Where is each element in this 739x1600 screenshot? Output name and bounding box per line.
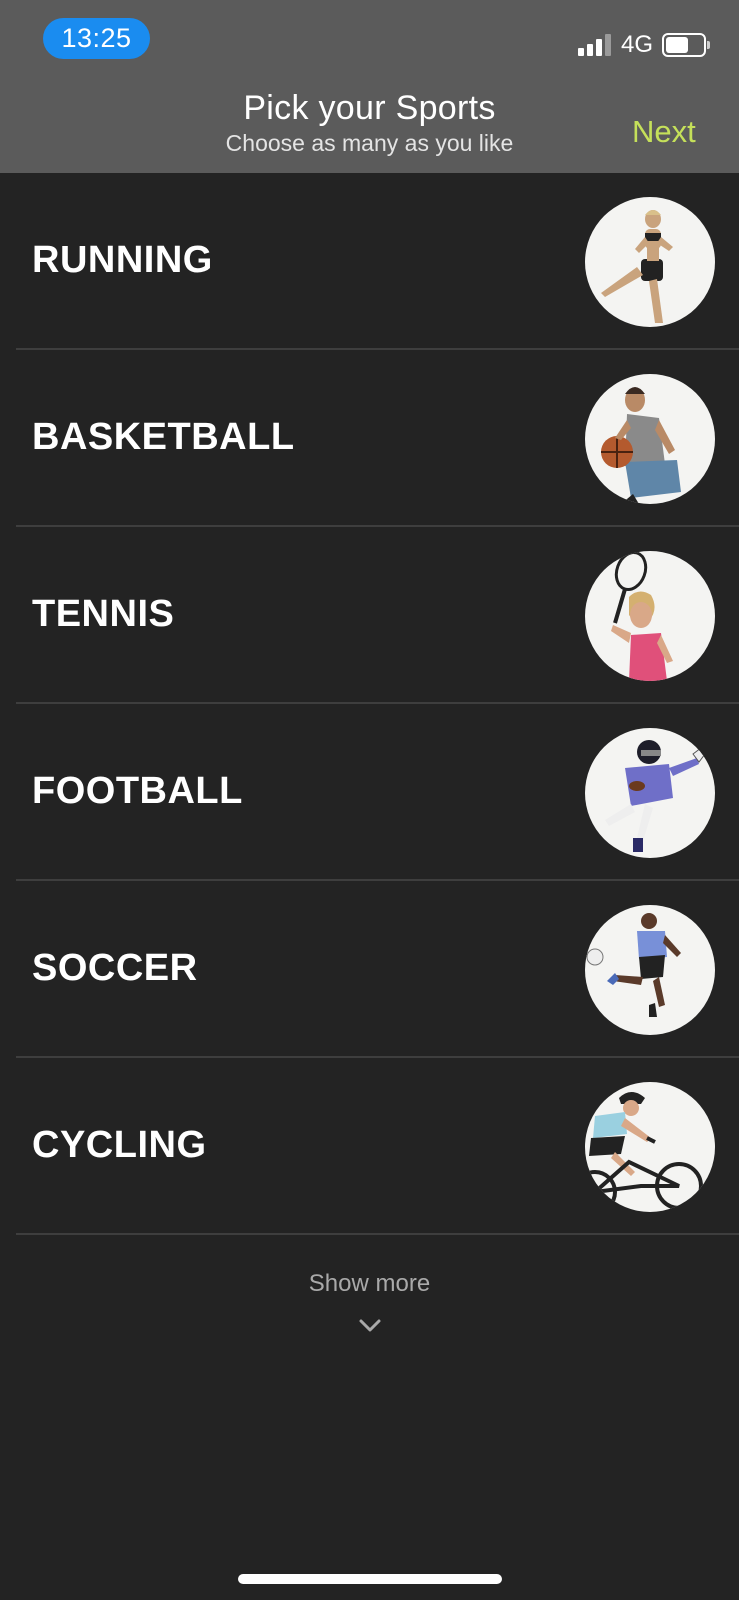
sport-label: TENNIS [32, 593, 175, 635]
tennis-photo [585, 551, 715, 681]
home-indicator[interactable] [238, 1574, 502, 1584]
signal-icon [578, 34, 612, 56]
sport-row-soccer[interactable]: SOCCER [0, 881, 739, 1058]
page-subtitle: Choose as many as you like [225, 130, 514, 156]
status-bar: 13:25 4G [0, 0, 739, 80]
battery-icon [662, 33, 710, 57]
sport-label: SOCCER [32, 947, 198, 989]
soccer-photo [585, 905, 715, 1035]
football-photo [585, 728, 715, 858]
cycling-photo [585, 1082, 715, 1212]
sport-row-tennis[interactable]: TENNIS [0, 527, 739, 704]
sport-label: FOOTBALL [32, 770, 243, 812]
sport-row-football[interactable]: FOOTBALL [0, 704, 739, 881]
running-photo [585, 197, 715, 327]
sport-label: RUNNING [32, 239, 213, 281]
sport-label: CYCLING [32, 1124, 207, 1166]
sport-row-cycling[interactable]: CYCLING [0, 1058, 739, 1235]
sport-row-running[interactable]: RUNNING [0, 173, 739, 350]
next-button[interactable]: Next [632, 112, 732, 152]
status-time: 13:25 [43, 18, 150, 59]
show-more-button[interactable]: Show more [0, 1270, 739, 1298]
basketball-photo [585, 374, 715, 504]
sport-label: BASKETBALL [32, 416, 295, 458]
sport-row-basketball[interactable]: BASKETBALL [0, 350, 739, 527]
sports-list: RUNNING BASKETBALL TENNIS FOOTBALL SOCCE… [0, 173, 739, 1235]
row-divider [16, 1233, 739, 1235]
chevron-down-icon[interactable] [358, 1318, 382, 1334]
network-label: 4G [621, 31, 654, 58]
page-title: Pick your Sports [243, 89, 496, 127]
header: 13:25 4G Pick your Sports Choose as many… [0, 0, 739, 173]
